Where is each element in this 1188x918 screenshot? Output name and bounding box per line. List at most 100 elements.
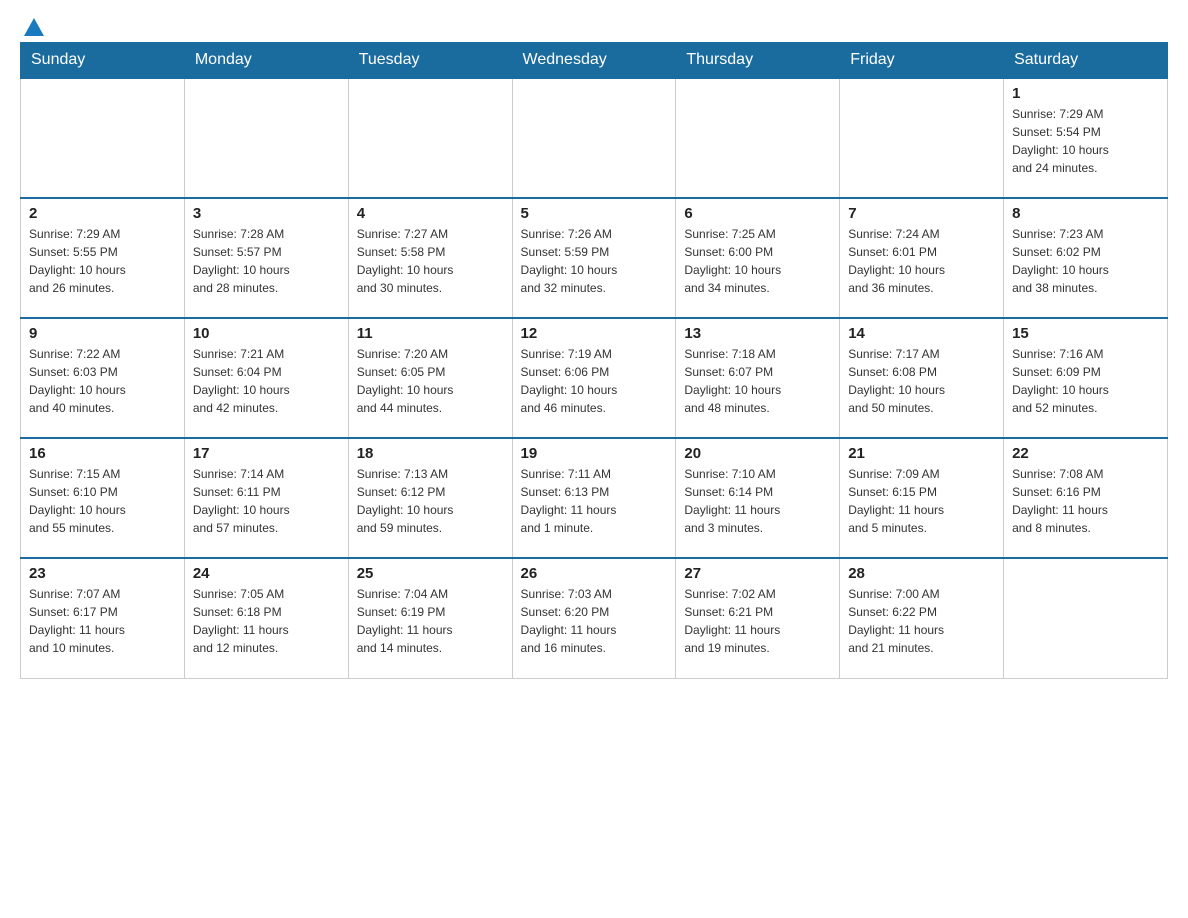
day-number: 17	[193, 445, 340, 462]
day-info: Sunrise: 7:07 AMSunset: 6:17 PMDaylight:…	[29, 585, 176, 657]
calendar-cell: 4 Sunrise: 7:27 AMSunset: 5:58 PMDaylight…	[348, 198, 512, 318]
calendar-cell: 7 Sunrise: 7:24 AMSunset: 6:01 PMDaylight…	[840, 198, 1004, 318]
day-number: 26	[521, 565, 668, 582]
calendar-cell	[21, 78, 185, 198]
day-info: Sunrise: 7:18 AMSunset: 6:07 PMDaylight:…	[684, 345, 831, 417]
logo	[20, 20, 44, 32]
day-number: 12	[521, 325, 668, 342]
calendar-cell: 3 Sunrise: 7:28 AMSunset: 5:57 PMDaylight…	[184, 198, 348, 318]
day-info: Sunrise: 7:24 AMSunset: 6:01 PMDaylight:…	[848, 225, 995, 297]
calendar-cell	[1004, 558, 1168, 678]
day-info: Sunrise: 7:02 AMSunset: 6:21 PMDaylight:…	[684, 585, 831, 657]
calendar-cell	[512, 78, 676, 198]
day-number: 25	[357, 565, 504, 582]
col-friday: Friday	[840, 43, 1004, 79]
day-number: 10	[193, 325, 340, 342]
calendar-cell: 22 Sunrise: 7:08 AMSunset: 6:16 PMDayligh…	[1004, 438, 1168, 558]
day-number: 18	[357, 445, 504, 462]
calendar-cell: 26Sunrise: 7:03 AMSunset: 6:20 PMDayligh…	[512, 558, 676, 678]
calendar-cell	[840, 78, 1004, 198]
day-number: 21	[848, 445, 995, 462]
calendar-cell: 5 Sunrise: 7:26 AMSunset: 5:59 PMDaylight…	[512, 198, 676, 318]
day-number: 8	[1012, 205, 1159, 222]
day-number: 14	[848, 325, 995, 342]
page-header	[20, 20, 1168, 32]
calendar-cell: 15 Sunrise: 7:16 AMSunset: 6:09 PMDayligh…	[1004, 318, 1168, 438]
day-number: 13	[684, 325, 831, 342]
calendar-cell: 18 Sunrise: 7:13 AMSunset: 6:12 PMDayligh…	[348, 438, 512, 558]
calendar-cell: 24 Sunrise: 7:05 AMSunset: 6:18 PMDayligh…	[184, 558, 348, 678]
calendar-cell: 20Sunrise: 7:10 AMSunset: 6:14 PMDayligh…	[676, 438, 840, 558]
col-sunday: Sunday	[21, 43, 185, 79]
calendar-cell: 19 Sunrise: 7:11 AMSunset: 6:13 PMDayligh…	[512, 438, 676, 558]
day-info: Sunrise: 7:09 AMSunset: 6:15 PMDaylight:…	[848, 465, 995, 537]
calendar-week-row: 23 Sunrise: 7:07 AMSunset: 6:17 PMDayligh…	[21, 558, 1168, 678]
calendar-cell: 8Sunrise: 7:23 AMSunset: 6:02 PMDaylight…	[1004, 198, 1168, 318]
col-thursday: Thursday	[676, 43, 840, 79]
calendar-cell: 10 Sunrise: 7:21 AMSunset: 6:04 PMDayligh…	[184, 318, 348, 438]
day-info: Sunrise: 7:15 AMSunset: 6:10 PMDaylight:…	[29, 465, 176, 537]
calendar-table: Sunday Monday Tuesday Wednesday Thursday…	[20, 42, 1168, 679]
day-info: Sunrise: 7:21 AMSunset: 6:04 PMDaylight:…	[193, 345, 340, 417]
day-info: Sunrise: 7:29 AMSunset: 5:55 PMDaylight:…	[29, 225, 176, 297]
day-number: 1	[1012, 85, 1159, 102]
calendar-cell: 2 Sunrise: 7:29 AMSunset: 5:55 PMDaylight…	[21, 198, 185, 318]
day-info: Sunrise: 7:04 AMSunset: 6:19 PMDaylight:…	[357, 585, 504, 657]
calendar-cell: 28 Sunrise: 7:00 AMSunset: 6:22 PMDayligh…	[840, 558, 1004, 678]
day-number: 15	[1012, 325, 1159, 342]
calendar-week-row: 2 Sunrise: 7:29 AMSunset: 5:55 PMDaylight…	[21, 198, 1168, 318]
day-info: Sunrise: 7:14 AMSunset: 6:11 PMDaylight:…	[193, 465, 340, 537]
calendar-cell: 9Sunrise: 7:22 AMSunset: 6:03 PMDaylight…	[21, 318, 185, 438]
day-info: Sunrise: 7:16 AMSunset: 6:09 PMDaylight:…	[1012, 345, 1159, 417]
calendar-cell: 12 Sunrise: 7:19 AMSunset: 6:06 PMDayligh…	[512, 318, 676, 438]
day-info: Sunrise: 7:00 AMSunset: 6:22 PMDaylight:…	[848, 585, 995, 657]
day-info: Sunrise: 7:27 AMSunset: 5:58 PMDaylight:…	[357, 225, 504, 297]
day-number: 7	[848, 205, 995, 222]
calendar-cell: 23 Sunrise: 7:07 AMSunset: 6:17 PMDayligh…	[21, 558, 185, 678]
day-info: Sunrise: 7:28 AMSunset: 5:57 PMDaylight:…	[193, 225, 340, 297]
calendar-cell	[184, 78, 348, 198]
day-number: 11	[357, 325, 504, 342]
calendar-cell	[676, 78, 840, 198]
day-number: 9	[29, 325, 176, 342]
day-info: Sunrise: 7:08 AMSunset: 6:16 PMDaylight:…	[1012, 465, 1159, 537]
col-tuesday: Tuesday	[348, 43, 512, 79]
day-number: 16	[29, 445, 176, 462]
calendar-cell: 27Sunrise: 7:02 AMSunset: 6:21 PMDayligh…	[676, 558, 840, 678]
calendar-cell: 6 Sunrise: 7:25 AMSunset: 6:00 PMDaylight…	[676, 198, 840, 318]
day-number: 4	[357, 205, 504, 222]
calendar-cell: 1 Sunrise: 7:29 AMSunset: 5:54 PMDaylight…	[1004, 78, 1168, 198]
day-info: Sunrise: 7:26 AMSunset: 5:59 PMDaylight:…	[521, 225, 668, 297]
day-number: 22	[1012, 445, 1159, 462]
day-number: 24	[193, 565, 340, 582]
calendar-week-row: 9Sunrise: 7:22 AMSunset: 6:03 PMDaylight…	[21, 318, 1168, 438]
calendar-week-row: 16 Sunrise: 7:15 AMSunset: 6:10 PMDayligh…	[21, 438, 1168, 558]
day-info: Sunrise: 7:11 AMSunset: 6:13 PMDaylight:…	[521, 465, 668, 537]
calendar-cell: 17 Sunrise: 7:14 AMSunset: 6:11 PMDayligh…	[184, 438, 348, 558]
col-wednesday: Wednesday	[512, 43, 676, 79]
calendar-header-row: Sunday Monday Tuesday Wednesday Thursday…	[21, 43, 1168, 79]
calendar-cell: 13 Sunrise: 7:18 AMSunset: 6:07 PMDayligh…	[676, 318, 840, 438]
day-number: 5	[521, 205, 668, 222]
calendar-week-row: 1 Sunrise: 7:29 AMSunset: 5:54 PMDaylight…	[21, 78, 1168, 198]
day-number: 20	[684, 445, 831, 462]
day-number: 28	[848, 565, 995, 582]
day-number: 2	[29, 205, 176, 222]
day-info: Sunrise: 7:17 AMSunset: 6:08 PMDaylight:…	[848, 345, 995, 417]
day-number: 23	[29, 565, 176, 582]
calendar-cell: 11 Sunrise: 7:20 AMSunset: 6:05 PMDayligh…	[348, 318, 512, 438]
calendar-cell: 14 Sunrise: 7:17 AMSunset: 6:08 PMDayligh…	[840, 318, 1004, 438]
day-info: Sunrise: 7:13 AMSunset: 6:12 PMDaylight:…	[357, 465, 504, 537]
day-number: 3	[193, 205, 340, 222]
calendar-cell: 25 Sunrise: 7:04 AMSunset: 6:19 PMDayligh…	[348, 558, 512, 678]
logo-triangle-icon	[24, 18, 44, 38]
day-info: Sunrise: 7:20 AMSunset: 6:05 PMDaylight:…	[357, 345, 504, 417]
day-number: 6	[684, 205, 831, 222]
day-info: Sunrise: 7:05 AMSunset: 6:18 PMDaylight:…	[193, 585, 340, 657]
calendar-cell: 21 Sunrise: 7:09 AMSunset: 6:15 PMDayligh…	[840, 438, 1004, 558]
day-info: Sunrise: 7:19 AMSunset: 6:06 PMDaylight:…	[521, 345, 668, 417]
calendar-cell: 16 Sunrise: 7:15 AMSunset: 6:10 PMDayligh…	[21, 438, 185, 558]
day-info: Sunrise: 7:25 AMSunset: 6:00 PMDaylight:…	[684, 225, 831, 297]
day-info: Sunrise: 7:29 AMSunset: 5:54 PMDaylight:…	[1012, 105, 1159, 177]
day-number: 19	[521, 445, 668, 462]
